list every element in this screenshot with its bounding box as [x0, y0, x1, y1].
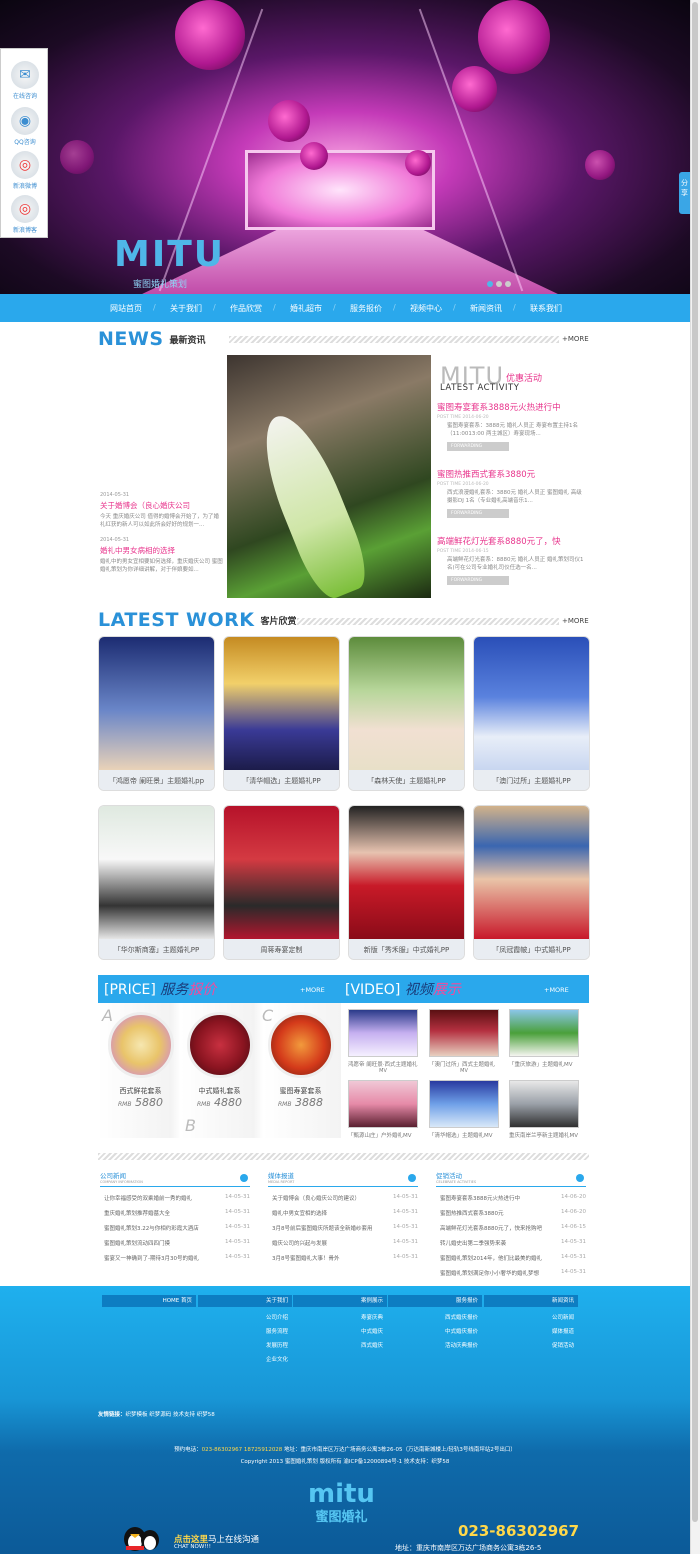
hero-logo: MITU — [114, 234, 226, 275]
nav-home[interactable]: 网站首页 — [96, 303, 156, 314]
list-item[interactable]: 重庆婚礼策划推荐婚墓大全 14-05-31 — [100, 1209, 250, 1217]
activity-title[interactable]: 蜜图寿宴套系3888元火热进行中 — [437, 401, 587, 413]
share-tab[interactable]: 分享 — [679, 172, 690, 214]
work-card[interactable]: 「鸿愿帝 阑旺景」主题婚礼pp — [98, 636, 215, 791]
nav-market[interactable]: 婚礼超市 — [273, 303, 336, 314]
news-item-title[interactable]: 关于婚博会（良心婚庆公司 — [100, 500, 224, 511]
activity-item: 高端鲜花灯光套系8880元了，快 POST TIME 2014-06-15 高端… — [437, 535, 587, 585]
nav-about[interactable]: 关于我们 — [153, 303, 216, 314]
list-item[interactable]: 婚礼中男女宜相的选择 14-05-31 — [268, 1209, 418, 1217]
weibo-blog-icon: ◎ — [11, 195, 39, 223]
work-card[interactable]: 新版「秀禾服」中式婚礼PP — [348, 805, 465, 960]
news-list: 2014-05-31 关于婚博会（良心婚庆公司 今天 重庆婚庆公司 值得的婚博会… — [100, 492, 224, 573]
more-icon[interactable] — [576, 1174, 584, 1182]
news-more-link[interactable]: +MORE — [562, 335, 589, 343]
qq-penguin-icon: ◉ — [11, 107, 39, 135]
activity-title[interactable]: 高端鲜花灯光套系8880元了，快 — [437, 535, 587, 547]
video-item[interactable]: 「清华帽选」主题婚礼MV — [429, 1080, 499, 1139]
media-report-box: 媒体报道 MEDIA REPORT 关于婚博会（良心婚庆公司的建议） 14-05-3… — [268, 1172, 418, 1262]
price-heading: [PRICE] 服务报价 — [104, 982, 217, 998]
footer-contact: 预约电话：023-86302967 18725912028 地址：重庆市南岸区万… — [174, 1447, 516, 1465]
nav-works[interactable]: 作品欣赏 — [213, 303, 276, 314]
works-more-link[interactable]: +MORE — [562, 617, 589, 625]
hero-banner — [0, 0, 690, 294]
list-item[interactable]: 蜜图热推西式套系3880元 14-06-20 — [436, 1209, 586, 1217]
video-item[interactable]: 重庆南岸兰亭新主题婚礼MV — [509, 1080, 579, 1139]
nav-video[interactable]: 视频中心 — [393, 303, 456, 314]
company-news-box: 公司新闻 COMPANY INFORMATION 让你幸福感受的双乘婚前一秀的婚礼… — [100, 1172, 250, 1262]
work-card[interactable]: 周蒋寿宴定制 — [223, 805, 340, 960]
sidebar-weibo-blog[interactable]: ◎ 新浪博客 — [5, 195, 45, 234]
video-more-link[interactable]: +MORE — [544, 986, 569, 994]
work-card[interactable]: 「澳门过所」主题婚礼PP — [473, 636, 590, 791]
footer-col-news: 新闻资讯 公司新闻 媒体报道 促销活动 — [484, 1295, 578, 1349]
contact-sidebar: ✉ 在线咨询 ◉ QQ咨询 ◎ 新浪微博 ◎ 新浪博客 — [0, 48, 48, 238]
footer-col-home: HOME 首页 — [102, 1295, 196, 1307]
list-item[interactable]: 蜜图寿宴套系3888元火热进行中 14-06-20 — [436, 1194, 586, 1202]
list-item[interactable]: 转儿婚史出第二季强势来袭 14-05-31 — [436, 1239, 586, 1247]
list-item[interactable]: 蜜图婚礼策划2014年，他们比最美的婚礼 14-05-31 — [436, 1254, 586, 1262]
work-card[interactable]: 「森林天使」主题婚礼PP — [348, 636, 465, 791]
sidebar-qq[interactable]: ◉ QQ咨询 — [5, 107, 45, 146]
activity-title[interactable]: 蜜图热推西式套系3880元 — [437, 468, 587, 480]
list-item[interactable]: 3月8号前后蜜图婚庆所题该全新婚纱套用 14-05-31 — [268, 1224, 418, 1232]
video-heading: [VIDEO] 视频展示 — [345, 982, 461, 998]
more-icon[interactable] — [240, 1174, 248, 1182]
footer-logo: mitu 蜜图婚礼 — [308, 1479, 375, 1525]
video-item[interactable]: 「重庆旅游」主题婚礼MV — [509, 1009, 579, 1068]
news-feature-photo[interactable] — [227, 355, 431, 598]
price-package[interactable]: 西式鲜花套系 RMB 5880 — [103, 1005, 178, 1109]
forwarding-button[interactable]: FORWARDING — [447, 576, 509, 585]
carousel-dots[interactable] — [487, 281, 514, 289]
nav-contact[interactable]: 联系我们 — [513, 303, 576, 314]
hotline-number: 023-86302967 — [458, 1522, 580, 1540]
video-item[interactable]: 「澳门过所」西式主题婚礼 MV — [429, 1009, 499, 1074]
footer-col-about: 关于我们 公司介绍 服务流程 发展历程 企业文化 — [198, 1295, 292, 1363]
sidebar-online-chat[interactable]: ✉ 在线咨询 — [5, 61, 45, 100]
news-heading: NEWS 最新资讯 — [98, 328, 206, 350]
list-item[interactable]: 蜜图婚礼策划流动四四门摸 14-05-31 — [100, 1239, 250, 1247]
footer-col-cases: 案例展示 寿宴庆典 中式婚庆 西式婚庆 — [293, 1295, 387, 1349]
scrollbar-thumb[interactable] — [692, 2, 698, 1522]
weibo-icon: ◎ — [11, 151, 39, 179]
news-item-title[interactable]: 婚礼中男女病相的选择 — [100, 545, 224, 556]
work-card[interactable]: 「凤冠霞帔」中式婚礼PP — [473, 805, 590, 960]
hero-logo-subtitle: 蜜图婚礼策划 — [133, 280, 188, 290]
list-item[interactable]: 蜜图婚礼策划3.22与你相约彩霞大酒店 14-05-31 — [100, 1224, 250, 1232]
activity-item: 蜜图热推西式套系3880元 POST TIME 2014-06-20 西式浪漫婚… — [437, 468, 587, 518]
list-item[interactable]: 高端鲜花灯光套系8880元了，快来抢购吧 14-06-15 — [436, 1224, 586, 1232]
video-item[interactable]: 「甄源山庄」户外婚礼MV — [348, 1080, 418, 1139]
work-card[interactable]: 「华尔斯商塞」主题婚礼PP — [98, 805, 215, 960]
work-card[interactable]: 「清华帽选」主题婚礼PP — [223, 636, 340, 791]
nav-pricing[interactable]: 服务报价 — [333, 303, 396, 314]
activity-item: 蜜图寿宴套系3888元火热进行中 POST TIME 2014-06-20 蜜图… — [437, 401, 587, 451]
price-package[interactable]: 蜜图寿宴套系 RMB 3888 — [263, 1005, 338, 1109]
list-item[interactable]: 蜜宴又一神确到了-期待3月30号的婚礼 14-05-31 — [100, 1254, 250, 1262]
list-item[interactable]: 婚庆公司的兴起与发展 14-05-31 — [268, 1239, 418, 1247]
nav-news[interactable]: 新闻资讯 — [453, 303, 516, 314]
list-item[interactable]: 蜜图婚礼策划满足你小小奢华的婚礼梦想 14-05-31 — [436, 1269, 586, 1277]
forwarding-button[interactable]: FORWARDING — [447, 442, 509, 451]
friend-links: 友情链接：织梦模板 织梦源码 技术支持 织梦58 — [98, 1412, 215, 1418]
list-item[interactable]: 关于婚博会（良心婚庆公司的建议） 14-05-31 — [268, 1194, 418, 1202]
list-item[interactable]: 3月8号蜜图婚礼大事！骨外 14-05-31 — [268, 1254, 418, 1262]
price-package[interactable]: 中式婚礼套系 RMB 4880 — [182, 1005, 257, 1109]
bottom-address: 地址：重庆市南岸区万达广场商务公寓3栋26-5 — [395, 1544, 542, 1552]
more-icon[interactable] — [408, 1174, 416, 1182]
footer-col-pricing: 服务报价 西式婚庆报价 中式婚庆报价 活动庆典报价 — [388, 1295, 482, 1349]
latest-work-heading: LATEST WORK 客片欣赏 — [98, 609, 297, 631]
promotions-box: 促销活动 CELEBRATE ACTIVITIES 蜜图寿宴套系3888元火热进行… — [436, 1172, 586, 1277]
qq-penguin-icon[interactable] — [122, 1522, 162, 1552]
main-nav: 网站首页 关于我们 作品欣赏 婚礼超市 服务报价 视频中心 新闻资讯 联系我们 — [0, 294, 690, 322]
chat-icon: ✉ — [11, 61, 39, 89]
video-item[interactable]: 鸿愿帝 阑旺景·西式主题婚礼 MV — [348, 1009, 418, 1074]
price-more-link[interactable]: +MORE — [300, 986, 325, 994]
sidebar-weibo[interactable]: ◎ 新浪微博 — [5, 151, 45, 190]
list-item[interactable]: 让你幸福感受的双乘婚前一秀的婚礼 14-05-31 — [100, 1194, 250, 1202]
forwarding-button[interactable]: FORWARDING — [447, 509, 509, 518]
